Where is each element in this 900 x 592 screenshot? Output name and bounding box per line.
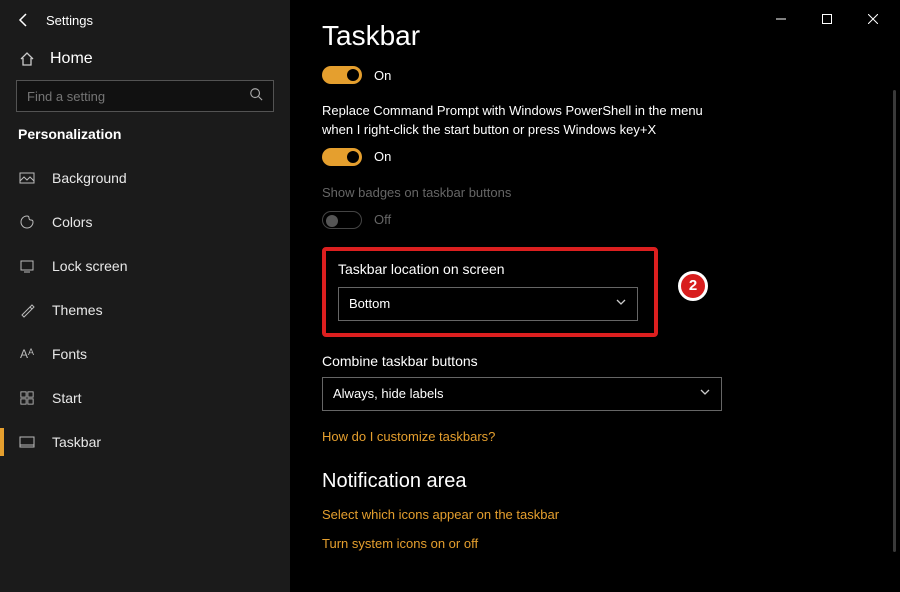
sidebar-item-themes[interactable]: Themes <box>0 288 290 332</box>
sidebar-item-lockscreen[interactable]: Lock screen <box>0 244 290 288</box>
sidebar-item-start[interactable]: Start <box>0 376 290 420</box>
themes-icon <box>18 302 36 318</box>
start-icon <box>18 391 36 405</box>
combine-value: Always, hide labels <box>333 386 444 401</box>
combine-select[interactable]: Always, hide labels <box>322 377 722 411</box>
toggle-first[interactable] <box>322 66 362 84</box>
sidebar-section-title: Personalization <box>0 126 290 156</box>
lockscreen-icon <box>18 258 36 274</box>
toggle-powershell[interactable] <box>322 148 362 166</box>
sidebar-item-background[interactable]: Background <box>0 156 290 200</box>
sidebar-item-taskbar[interactable]: Taskbar <box>0 420 290 464</box>
sidebar-item-label: Taskbar <box>52 434 101 450</box>
sidebar-home[interactable]: Home <box>0 40 290 80</box>
minimize-button[interactable] <box>758 4 804 34</box>
sidebar-item-fonts[interactable]: AA Fonts <box>0 332 290 376</box>
sidebar-item-label: Colors <box>52 214 92 230</box>
chevron-down-icon <box>615 296 627 311</box>
toggle-first-state: On <box>374 68 391 83</box>
toggle-powershell-state: On <box>374 149 391 164</box>
scrollbar[interactable] <box>893 90 896 552</box>
home-icon <box>18 51 36 67</box>
taskbar-icon <box>18 434 36 450</box>
toggle-badges <box>322 211 362 229</box>
notif-link-system-icons[interactable]: Turn system icons on or off <box>322 536 800 551</box>
annotation-badge: 2 <box>678 271 708 301</box>
notif-link-icons[interactable]: Select which icons appear on the taskbar <box>322 507 800 522</box>
sidebar-item-label: Lock screen <box>52 258 127 274</box>
close-button[interactable] <box>850 4 896 34</box>
sidebar-home-label: Home <box>50 50 93 68</box>
back-button[interactable] <box>8 4 40 36</box>
sidebar-item-colors[interactable]: Colors <box>0 200 290 244</box>
taskbar-location-value: Bottom <box>349 296 390 311</box>
sidebar-item-label: Background <box>52 170 127 186</box>
window-title: Settings <box>46 13 93 28</box>
help-link[interactable]: How do I customize taskbars? <box>322 429 800 444</box>
annotation-highlight: Taskbar location on screen Bottom <box>322 247 658 337</box>
fonts-icon: AA <box>18 347 36 361</box>
badges-label: Show badges on taskbar buttons <box>322 184 722 203</box>
maximize-button[interactable] <box>804 4 850 34</box>
search-input[interactable] <box>27 89 249 104</box>
palette-icon <box>18 214 36 230</box>
search-icon <box>249 87 263 106</box>
combine-label: Combine taskbar buttons <box>322 353 722 369</box>
taskbar-location-select[interactable]: Bottom <box>338 287 638 321</box>
sidebar-item-label: Fonts <box>52 346 87 362</box>
toggle-badges-state: Off <box>374 212 391 227</box>
chevron-down-icon <box>699 386 711 401</box>
sidebar-item-label: Start <box>52 390 82 406</box>
sidebar-item-label: Themes <box>52 302 103 318</box>
notification-area-heading: Notification area <box>322 470 800 493</box>
page-title: Taskbar <box>322 20 800 52</box>
search-input-wrap[interactable] <box>16 80 274 112</box>
picture-icon <box>18 170 36 186</box>
taskbar-location-label: Taskbar location on screen <box>338 261 642 277</box>
powershell-desc: Replace Command Prompt with Windows Powe… <box>322 102 722 140</box>
